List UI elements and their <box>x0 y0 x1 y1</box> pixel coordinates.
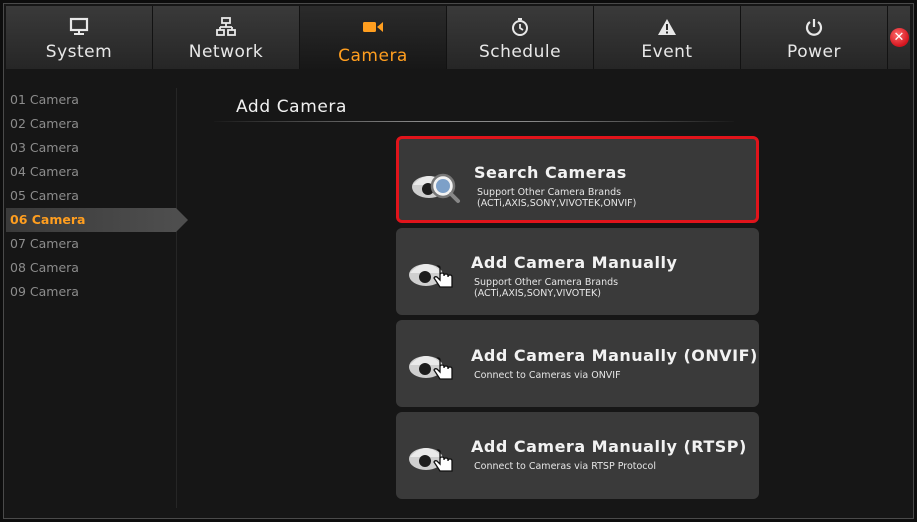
add-camera-manually-onvif-button[interactable]: Add Camera Manually (ONVIF) Connect to C… <box>396 320 759 407</box>
tab-label: Event <box>641 42 693 62</box>
option-subtitle-line1: Connect to Cameras via RTSP Protocol <box>474 461 656 472</box>
option-title: Add Camera Manually (RTSP) <box>471 437 747 456</box>
clock-icon <box>510 16 530 38</box>
option-title: Search Cameras <box>474 163 627 182</box>
option-subtitle-line1: Support Other Camera Brands <box>474 277 619 288</box>
option-subtitle-line1: Support Other Camera Brands <box>477 187 622 198</box>
sidebar-item-camera-03[interactable]: 03 Camera <box>6 136 176 160</box>
sidebar-item-camera-01[interactable]: 01 Camera <box>6 88 176 112</box>
search-cameras-button[interactable]: Search Cameras Support Other Camera Bran… <box>396 136 759 223</box>
sidebar-item-camera-08[interactable]: 08 Camera <box>6 256 176 280</box>
camera-hand-icon <box>406 340 458 386</box>
add-camera-manually-button[interactable]: Add Camera Manually Support Other Camera… <box>396 228 759 315</box>
sidebar-item-camera-02[interactable]: 02 Camera <box>6 112 176 136</box>
close-icon[interactable]: ✕ <box>889 28 909 47</box>
sidebar-item-camera-04[interactable]: 04 Camera <box>6 160 176 184</box>
network-icon <box>216 16 236 38</box>
camera-list-sidebar: 01 Camera 02 Camera 03 Camera 04 Camera … <box>6 88 188 508</box>
page-title: Add Camera <box>236 97 348 117</box>
add-camera-manually-rtsp-button[interactable]: Add Camera Manually (RTSP) Connect to Ca… <box>396 412 759 499</box>
camera-icon <box>362 16 384 38</box>
camera-hand-icon <box>406 248 458 294</box>
warning-icon <box>657 16 677 38</box>
sidebar-item-camera-09[interactable]: 09 Camera <box>6 280 176 304</box>
tab-label: Network <box>188 42 264 62</box>
monitor-icon <box>69 16 89 38</box>
close-area: ✕ <box>888 6 910 69</box>
option-subtitle-line2: (ACTi,AXIS,SONY,VIVOTEK) <box>474 288 601 299</box>
sidebar-item-camera-06[interactable]: 06 Camera <box>6 208 188 232</box>
sidebar-item-camera-05[interactable]: 05 Camera <box>6 184 176 208</box>
title-divider <box>214 121 734 122</box>
option-subtitle-line2: (ACTi,AXIS,SONY,VIVOTEK,ONVIF) <box>477 198 637 209</box>
tab-event[interactable]: Event <box>594 6 741 69</box>
power-icon <box>804 16 824 38</box>
tab-system[interactable]: System <box>6 6 153 69</box>
tab-network[interactable]: Network <box>153 6 300 69</box>
option-title: Add Camera Manually <box>471 253 678 272</box>
option-title: Add Camera Manually (ONVIF) <box>471 346 758 365</box>
sidebar-item-camera-07[interactable]: 07 Camera <box>6 232 176 256</box>
camera-search-icon <box>409 159 461 205</box>
tab-label: System <box>45 42 113 62</box>
camera-hand-icon <box>406 432 458 478</box>
option-subtitle-line1: Connect to Cameras via ONVIF <box>474 370 621 381</box>
tab-schedule[interactable]: Schedule <box>447 6 594 69</box>
tab-label: Camera <box>338 46 408 66</box>
tab-power[interactable]: Power <box>741 6 888 69</box>
tab-label: Schedule <box>478 42 562 62</box>
top-tab-bar: System Network Camera Schedule Event Pow… <box>6 6 910 69</box>
tab-camera[interactable]: Camera <box>300 6 447 69</box>
tab-label: Power <box>787 42 841 62</box>
